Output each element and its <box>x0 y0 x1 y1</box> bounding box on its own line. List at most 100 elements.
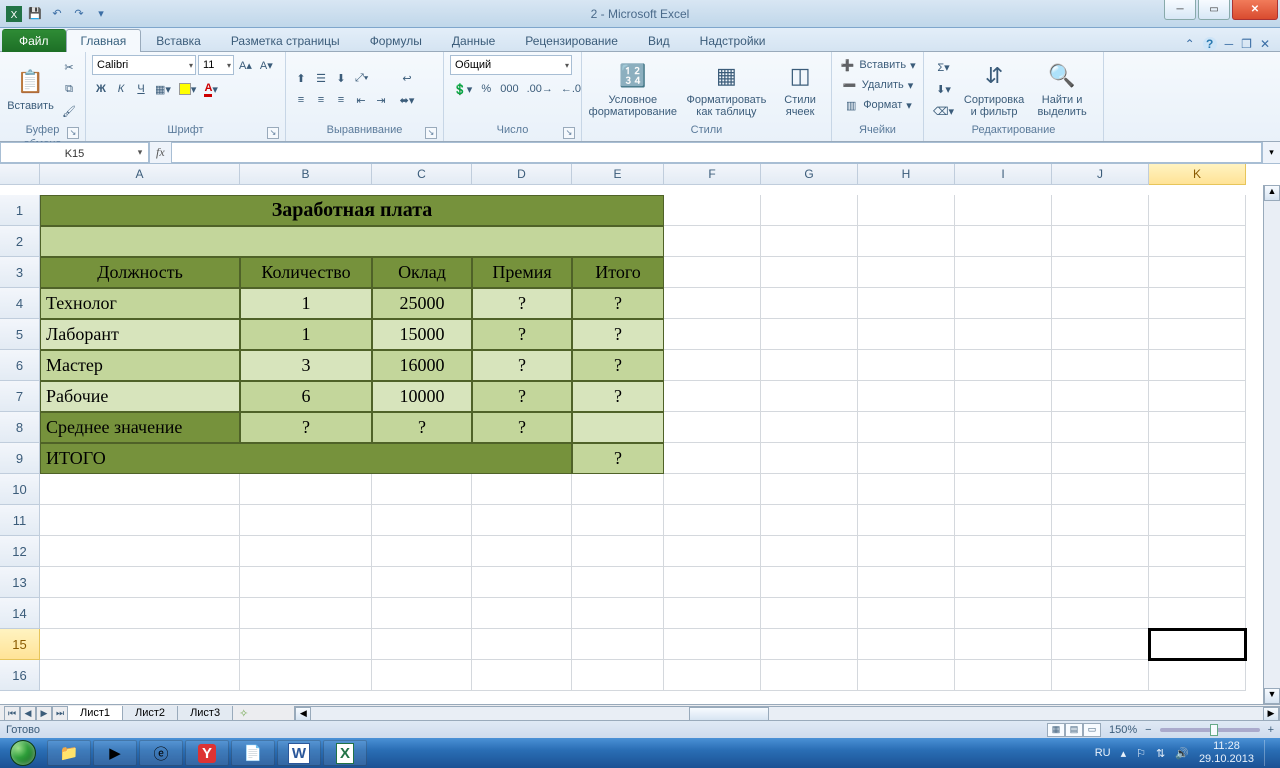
cell[interactable] <box>664 412 761 443</box>
font-size-combo[interactable]: 11 <box>198 55 234 75</box>
row-header[interactable]: 14 <box>0 598 40 629</box>
currency-icon[interactable]: 💲▾ <box>450 79 475 99</box>
name-box-value[interactable]: K15 <box>0 142 149 163</box>
cell[interactable] <box>955 257 1052 288</box>
align-bottom-icon[interactable]: ⬇ <box>332 68 350 88</box>
view-page-layout-icon[interactable]: ▤ <box>1065 723 1083 737</box>
cell[interactable] <box>664 350 761 381</box>
tab-view[interactable]: Вид <box>633 29 685 52</box>
cell[interactable] <box>664 381 761 412</box>
doc-minimize-icon[interactable]: ─ <box>1225 37 1234 51</box>
tray-network-icon[interactable]: ⇅ <box>1156 747 1165 760</box>
percent-icon[interactable]: % <box>477 79 495 99</box>
borders-icon[interactable]: ▦▾ <box>152 79 174 99</box>
cell[interactable] <box>572 567 664 598</box>
cell[interactable] <box>664 195 761 226</box>
format-as-table-button[interactable]: ▦Форматировать как таблицу <box>682 60 772 118</box>
cell[interactable] <box>761 412 858 443</box>
align-center-icon[interactable]: ≡ <box>312 90 330 110</box>
row-header[interactable]: 6 <box>0 350 40 381</box>
cell[interactable] <box>955 474 1052 505</box>
cell[interactable]: Количество <box>240 257 372 288</box>
cell[interactable] <box>1052 381 1149 412</box>
cell[interactable]: ? <box>572 350 664 381</box>
tab-addins[interactable]: Надстройки <box>685 29 781 52</box>
column-header[interactable]: I <box>955 164 1052 185</box>
format-cells-button[interactable]: ▥Формат▾ <box>839 95 916 115</box>
grow-font-icon[interactable]: A▴ <box>236 55 255 75</box>
font-color-icon[interactable]: A▾ <box>201 79 220 99</box>
doc-restore-icon[interactable]: ❐ <box>1241 37 1252 51</box>
cell[interactable]: Рабочие <box>40 381 240 412</box>
cell[interactable]: ? <box>372 412 472 443</box>
cell[interactable] <box>955 567 1052 598</box>
tray-lang[interactable]: RU <box>1095 747 1111 759</box>
column-header[interactable]: E <box>572 164 664 185</box>
cell[interactable]: 1 <box>240 288 372 319</box>
cell[interactable] <box>572 629 664 660</box>
cell[interactable] <box>664 536 761 567</box>
delete-cells-button[interactable]: ➖Удалить▾ <box>838 75 918 95</box>
row-header[interactable]: 11 <box>0 505 40 536</box>
tray-clock[interactable]: 11:28 29.10.2013 <box>1199 740 1254 766</box>
cell[interactable]: Технолог <box>40 288 240 319</box>
cell[interactable] <box>572 536 664 567</box>
cell[interactable]: ? <box>572 381 664 412</box>
font-launcher-icon[interactable]: ↘ <box>267 127 279 139</box>
cell[interactable] <box>472 598 572 629</box>
taskbar-yandex-icon[interactable]: Y <box>185 740 229 766</box>
cell[interactable] <box>858 505 955 536</box>
cell[interactable]: 16000 <box>372 350 472 381</box>
cell[interactable] <box>1052 629 1149 660</box>
cell[interactable]: ИТОГО <box>40 443 572 474</box>
new-sheet-icon[interactable]: ✧ <box>233 707 254 720</box>
number-format-combo[interactable]: Общий <box>450 55 572 75</box>
cell[interactable]: 6 <box>240 381 372 412</box>
tray-flag-icon[interactable]: ⚐ <box>1136 747 1146 760</box>
scroll-left-icon[interactable]: ◀ <box>295 707 311 721</box>
cell[interactable] <box>664 257 761 288</box>
row-header[interactable]: 15 <box>0 629 40 660</box>
row-header[interactable]: 12 <box>0 536 40 567</box>
cell[interactable] <box>858 536 955 567</box>
shrink-font-icon[interactable]: A▾ <box>257 55 276 75</box>
cell[interactable] <box>664 598 761 629</box>
cell[interactable] <box>40 567 240 598</box>
minimize-button[interactable]: ─ <box>1164 0 1196 20</box>
cell[interactable] <box>858 381 955 412</box>
cell[interactable] <box>572 412 664 443</box>
cell[interactable] <box>1149 629 1246 660</box>
cell[interactable] <box>240 536 372 567</box>
cell[interactable] <box>572 598 664 629</box>
cell[interactable] <box>572 505 664 536</box>
cell[interactable] <box>955 629 1052 660</box>
formula-bar[interactable] <box>172 142 1262 163</box>
cell[interactable] <box>1149 319 1246 350</box>
cell[interactable]: Заработная плата <box>40 195 664 226</box>
column-header[interactable]: F <box>664 164 761 185</box>
view-normal-icon[interactable]: ▦ <box>1047 723 1065 737</box>
cell[interactable] <box>761 350 858 381</box>
cell[interactable] <box>858 288 955 319</box>
increase-decimal-icon[interactable]: .00→ <box>524 79 556 99</box>
worksheet-area[interactable]: ABCDEFGHIJK1Заработная плата23ДолжностьК… <box>0 164 1280 704</box>
cell[interactable]: ? <box>472 412 572 443</box>
taskbar-excel-icon[interactable]: X <box>323 740 367 766</box>
cell[interactable] <box>664 319 761 350</box>
taskbar-ie-icon[interactable]: ⓔ <box>139 740 183 766</box>
format-painter-icon[interactable]: 🖌 <box>59 101 79 121</box>
cell[interactable] <box>761 536 858 567</box>
cell[interactable]: 10000 <box>372 381 472 412</box>
cell[interactable] <box>858 195 955 226</box>
cell[interactable] <box>1052 567 1149 598</box>
cell-styles-button[interactable]: ◫Стили ячеек <box>775 60 825 118</box>
cell[interactable] <box>858 474 955 505</box>
cell[interactable] <box>955 195 1052 226</box>
name-box-dropdown-icon[interactable]: ▾ <box>132 147 148 158</box>
cell[interactable] <box>1149 443 1246 474</box>
cell[interactable] <box>472 505 572 536</box>
cell[interactable] <box>761 505 858 536</box>
cell[interactable] <box>472 474 572 505</box>
cell[interactable]: ? <box>240 412 372 443</box>
vertical-scrollbar[interactable]: ▲ ▼ <box>1263 185 1280 704</box>
